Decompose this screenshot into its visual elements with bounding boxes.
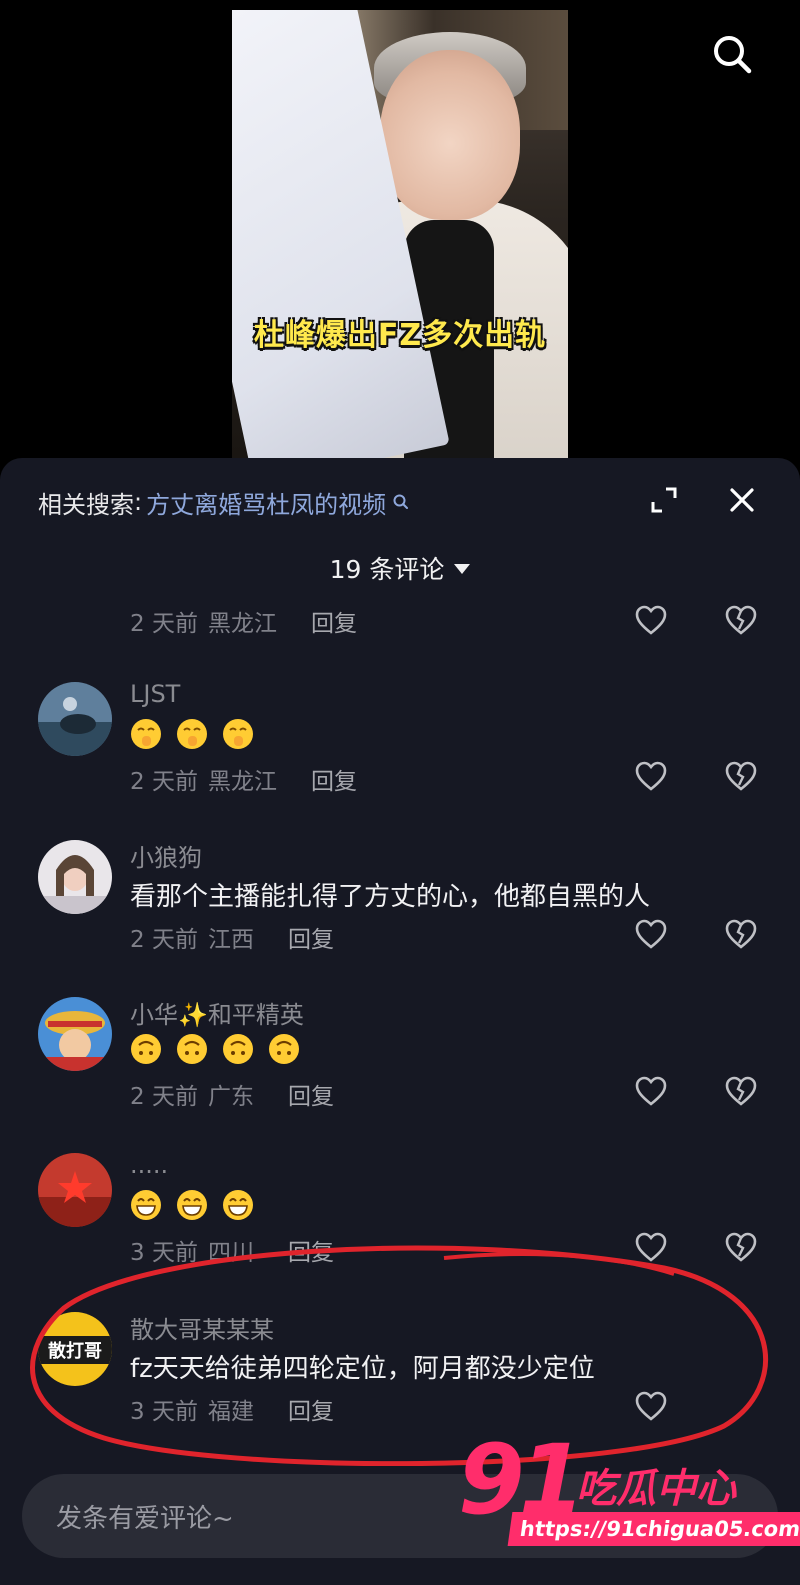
comment-meta: 2 天前 江西 回复 [130,920,334,954]
comment-time: 2 天前 [130,611,198,637]
comment-meta: 2 天前 黑龙江 回复 [130,604,357,638]
comment-emojis [130,1033,314,1065]
comment-meta: 3 天前 福建 回复 [130,1392,334,1426]
comment-item: 散打哥 散大哥某某某 fz天天给徒弟四轮定位，阿月都没少定位 3 天前 福建 回… [0,1310,800,1430]
comment-time: 2 天前 [130,927,198,953]
comment-panel: 相关搜索 : 方丈离婚骂杜凤的视频 19 条评论 2 天前 黑龙江 回复 LJS… [0,458,800,1585]
video-person-face [380,50,520,220]
comment-username[interactable]: 小狼狗 [130,838,202,873]
comment-location: 黑龙江 [207,611,277,637]
comment-username[interactable]: 散大哥某某某 [130,1310,274,1345]
comment-meta: 2 天前 黑龙江 回复 [130,762,357,796]
user-avatar[interactable]: 散打哥 [38,1312,112,1386]
reply-button[interactable]: 回复 [288,1392,334,1426]
user-avatar[interactable] [38,1153,112,1227]
broken-heart-icon[interactable] [724,760,758,792]
watermark-name: 吃瓜中心 [576,1466,736,1512]
upside-down-face-icon [131,1034,161,1064]
watermark-url: https://91chigua05.com [507,1512,800,1546]
comment-item: 2 天前 黑龙江 回复 [0,602,800,642]
reply-button[interactable]: 回复 [311,604,357,638]
comment-item: LJST 2 天前 黑龙江 回复 [0,680,800,800]
video-frame[interactable]: 杜峰爆出FZ多次出轨 [232,10,568,458]
grinning-face-icon [177,1190,207,1220]
comment-location: 江西 [207,927,254,953]
broken-heart-icon[interactable] [724,918,758,950]
site-watermark: 91 吃瓜中心 https://91chigua05.com [458,1424,800,1574]
comment-count-dropdown[interactable]: 19 条评论 [0,550,800,586]
small-search-icon [393,494,409,509]
comment-input-placeholder: 发条有爱评论~ [56,1503,234,1534]
comment-location: 福建 [207,1399,254,1425]
caret-down-icon [454,564,471,574]
broken-heart-icon[interactable] [724,604,758,636]
heart-icon[interactable] [634,1231,668,1263]
shush-emoji-icon [223,719,253,749]
comment-emojis [130,1189,268,1221]
shush-emoji-icon [177,719,207,749]
comment-username[interactable]: LJST [130,680,180,708]
related-search-term[interactable]: 方丈离婚骂杜凤的视频 [146,485,386,520]
heart-icon[interactable] [634,604,668,636]
comment-username[interactable]: 小华✨和平精英 [130,995,304,1030]
comment-time: 2 天前 [130,769,198,795]
upside-down-face-icon [223,1034,253,1064]
comment-meta: 3 天前 四川 回复 [130,1233,334,1267]
comment-location: 黑龙江 [207,769,277,795]
user-avatar[interactable] [38,997,112,1071]
comment-item: ..... 3 天前 四川 回复 [0,1151,800,1271]
comment-text: fz天天给徒弟四轮定位，阿月都没少定位 [130,1354,595,1384]
comment-location: 广东 [207,1084,254,1110]
user-avatar[interactable] [38,682,112,756]
comment-time: 3 天前 [130,1240,198,1266]
reply-button[interactable]: 回复 [311,762,357,796]
comment-emojis [130,718,268,750]
video-caption: 杜峰爆出FZ多次出轨 [253,318,547,353]
heart-icon[interactable] [634,1390,668,1422]
comment-time: 2 天前 [130,1084,198,1110]
shush-emoji-icon [131,719,161,749]
related-search-colon: : [134,488,143,516]
related-search-row[interactable]: 相关搜索 : 方丈离婚骂杜凤的视频 [38,484,410,520]
comment-item: 小狼狗 看那个主播能扎得了方丈的心，他都自黑的人 2 天前 江西 回复 [0,838,800,958]
heart-icon[interactable] [634,1075,668,1107]
search-icon[interactable] [712,34,752,74]
upside-down-face-icon [177,1034,207,1064]
broken-heart-icon[interactable] [724,1075,758,1107]
broken-heart-icon[interactable] [724,1231,758,1263]
comment-username[interactable]: ..... [130,1151,168,1179]
expand-icon[interactable] [650,486,678,514]
comment-meta: 2 天前 广东 回复 [130,1077,334,1111]
comment-text: 看那个主播能扎得了方丈的心，他都自黑的人 [130,882,651,912]
comment-count-label: 19 条评论 [329,555,445,584]
comment-location: 四川 [207,1240,254,1266]
close-icon[interactable] [728,486,756,514]
reply-button[interactable]: 回复 [288,1233,334,1267]
reply-button[interactable]: 回复 [288,1077,334,1111]
heart-icon[interactable] [634,760,668,792]
video-player[interactable]: 杜峰爆出FZ多次出轨 [0,0,800,470]
comment-time: 3 天前 [130,1399,198,1425]
user-avatar[interactable] [38,840,112,914]
grinning-face-icon [223,1190,253,1220]
avatar-text: 散打哥 [48,1340,102,1362]
reply-button[interactable]: 回复 [288,920,334,954]
grinning-face-icon [131,1190,161,1220]
heart-icon[interactable] [634,918,668,950]
related-search-label: 相关搜索 [38,490,134,519]
upside-down-face-icon [269,1034,299,1064]
comment-item: 小华✨和平精英 2 天前 广东 回复 [0,995,800,1115]
